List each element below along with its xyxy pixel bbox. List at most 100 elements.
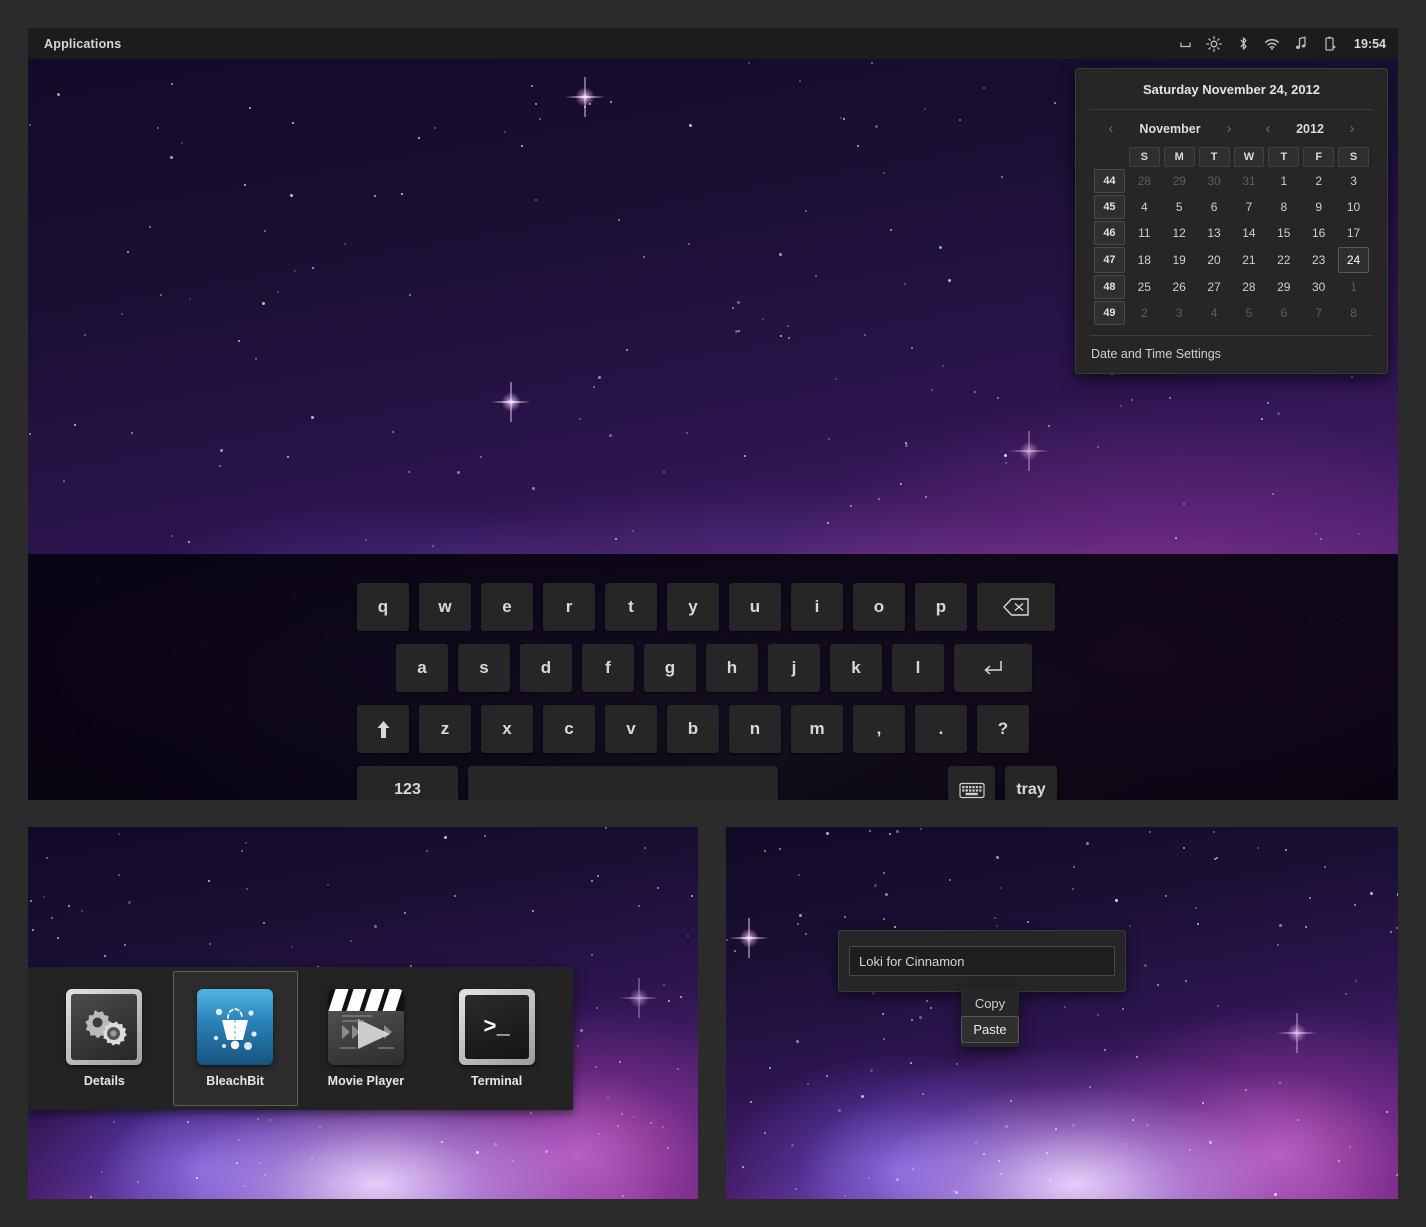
calendar-day[interactable]: 31 bbox=[1234, 169, 1265, 193]
calendar-day[interactable]: 5 bbox=[1234, 301, 1265, 325]
thumbnail-entry-menu[interactable]: Loki for Cinnamon Copy Paste bbox=[726, 827, 1398, 1199]
calendar-day[interactable]: 26 bbox=[1164, 275, 1195, 299]
calendar-day-today[interactable]: 24 bbox=[1338, 247, 1369, 273]
key-j[interactable]: j bbox=[768, 644, 820, 692]
calendar-day[interactable]: 30 bbox=[1199, 169, 1230, 193]
calendar-day[interactable]: 16 bbox=[1303, 221, 1334, 245]
key-w[interactable]: w bbox=[419, 583, 471, 631]
calendar-day[interactable]: 29 bbox=[1268, 275, 1299, 299]
app-switcher-item-details[interactable]: Details bbox=[42, 971, 167, 1106]
next-month-button[interactable]: › bbox=[1216, 120, 1242, 137]
app-switcher-item-bleachbit[interactable]: BleachBit bbox=[172, 971, 298, 1106]
key-e[interactable]: e bbox=[481, 583, 533, 631]
space-key[interactable] bbox=[468, 766, 778, 800]
calendar-day[interactable]: 2 bbox=[1129, 301, 1160, 325]
applications-menu-button[interactable]: Applications bbox=[38, 33, 127, 55]
calendar-day[interactable]: 3 bbox=[1164, 301, 1195, 325]
calendar-day[interactable]: 23 bbox=[1303, 247, 1334, 273]
calendar-day[interactable]: 7 bbox=[1234, 195, 1265, 219]
calendar-day[interactable]: 21 bbox=[1234, 247, 1265, 273]
calendar-day[interactable]: 30 bbox=[1303, 275, 1334, 299]
calendar-day[interactable]: 14 bbox=[1234, 221, 1265, 245]
app-switcher-item-terminal[interactable]: >_ Terminal bbox=[434, 971, 559, 1106]
key-comma[interactable]: , bbox=[853, 705, 905, 753]
calendar-day[interactable]: 12 bbox=[1164, 221, 1195, 245]
key-n[interactable]: n bbox=[729, 705, 781, 753]
calendar-day[interactable]: 4 bbox=[1199, 301, 1230, 325]
calendar-day[interactable]: 8 bbox=[1338, 301, 1369, 325]
calendar-day[interactable]: 25 bbox=[1129, 275, 1160, 299]
key-q[interactable]: q bbox=[357, 583, 409, 631]
key-v[interactable]: v bbox=[605, 705, 657, 753]
calendar-day[interactable]: 10 bbox=[1338, 195, 1369, 219]
calendar-day[interactable]: 29 bbox=[1164, 169, 1195, 193]
calendar-day[interactable]: 2 bbox=[1303, 169, 1334, 193]
key-t[interactable]: t bbox=[605, 583, 657, 631]
calendar-day[interactable]: 9 bbox=[1303, 195, 1334, 219]
calendar-day[interactable]: 13 bbox=[1199, 221, 1230, 245]
app-switcher-item-movie-player[interactable]: Movie Player bbox=[304, 971, 429, 1106]
brightness-icon[interactable] bbox=[1206, 35, 1222, 52]
calendar-day[interactable]: 28 bbox=[1234, 275, 1265, 299]
calendar-day[interactable]: 20 bbox=[1199, 247, 1230, 273]
calendar-day[interactable]: 7 bbox=[1303, 301, 1334, 325]
key-x[interactable]: x bbox=[481, 705, 533, 753]
calendar-day[interactable]: 6 bbox=[1268, 301, 1299, 325]
key-b[interactable]: b bbox=[667, 705, 719, 753]
enter-key[interactable] bbox=[954, 644, 1032, 692]
key-p[interactable]: p bbox=[915, 583, 967, 631]
calendar-day[interactable]: 8 bbox=[1268, 195, 1299, 219]
key-u[interactable]: u bbox=[729, 583, 781, 631]
prev-year-button[interactable]: ‹ bbox=[1255, 120, 1281, 137]
clock-label[interactable]: 19:54 bbox=[1354, 37, 1386, 51]
thumbnail-app-switcher[interactable]: Details BleachBit Movie Player >_ Termin… bbox=[28, 827, 698, 1199]
calendar-day[interactable]: 1 bbox=[1338, 275, 1369, 299]
keyboard-toggle-key[interactable] bbox=[948, 766, 995, 800]
calendar-day[interactable]: 4 bbox=[1129, 195, 1160, 219]
calendar-day[interactable]: 11 bbox=[1129, 221, 1160, 245]
key-question[interactable]: ? bbox=[977, 705, 1029, 753]
key-h[interactable]: h bbox=[706, 644, 758, 692]
key-l[interactable]: l bbox=[892, 644, 944, 692]
key-m[interactable]: m bbox=[791, 705, 843, 753]
key-c[interactable]: c bbox=[543, 705, 595, 753]
text-input[interactable]: Loki for Cinnamon bbox=[849, 946, 1115, 976]
calendar-day[interactable]: 5 bbox=[1164, 195, 1195, 219]
calendar-day[interactable]: 6 bbox=[1199, 195, 1230, 219]
hide-window-icon[interactable] bbox=[1177, 36, 1193, 52]
key-z[interactable]: z bbox=[419, 705, 471, 753]
calendar-day[interactable]: 27 bbox=[1199, 275, 1230, 299]
battery-icon[interactable] bbox=[1322, 36, 1338, 52]
calendar-day[interactable]: 18 bbox=[1129, 247, 1160, 273]
network-wifi-icon[interactable] bbox=[1264, 36, 1280, 52]
key-g[interactable]: g bbox=[644, 644, 696, 692]
bluetooth-icon[interactable] bbox=[1235, 36, 1251, 52]
key-a[interactable]: a bbox=[396, 644, 448, 692]
key-period[interactable]: . bbox=[915, 705, 967, 753]
key-r[interactable]: r bbox=[543, 583, 595, 631]
calendar-day[interactable]: 1 bbox=[1268, 169, 1299, 193]
calendar-day[interactable]: 3 bbox=[1338, 169, 1369, 193]
sound-music-icon[interactable] bbox=[1293, 36, 1309, 52]
date-time-settings-link[interactable]: Date and Time Settings bbox=[1090, 336, 1373, 361]
calendar-day[interactable]: 28 bbox=[1129, 169, 1160, 193]
calendar-day[interactable]: 19 bbox=[1164, 247, 1195, 273]
context-menu-item-copy[interactable]: Copy bbox=[961, 991, 1019, 1016]
calendar-day[interactable]: 22 bbox=[1268, 247, 1299, 273]
key-y[interactable]: y bbox=[667, 583, 719, 631]
key-f[interactable]: f bbox=[582, 644, 634, 692]
next-year-button[interactable]: › bbox=[1339, 120, 1365, 137]
prev-month-button[interactable]: ‹ bbox=[1098, 120, 1124, 137]
calendar-day[interactable]: 17 bbox=[1338, 221, 1369, 245]
key-k[interactable]: k bbox=[830, 644, 882, 692]
key-i[interactable]: i bbox=[791, 583, 843, 631]
shift-key[interactable] bbox=[357, 705, 409, 753]
key-d[interactable]: d bbox=[520, 644, 572, 692]
backspace-key[interactable] bbox=[977, 583, 1055, 631]
numbers-layout-key[interactable]: 123 bbox=[357, 766, 458, 800]
tray-key[interactable]: tray bbox=[1005, 766, 1057, 800]
key-o[interactable]: o bbox=[853, 583, 905, 631]
key-s[interactable]: s bbox=[458, 644, 510, 692]
context-menu-item-paste[interactable]: Paste bbox=[961, 1016, 1019, 1043]
calendar-day[interactable]: 15 bbox=[1268, 221, 1299, 245]
